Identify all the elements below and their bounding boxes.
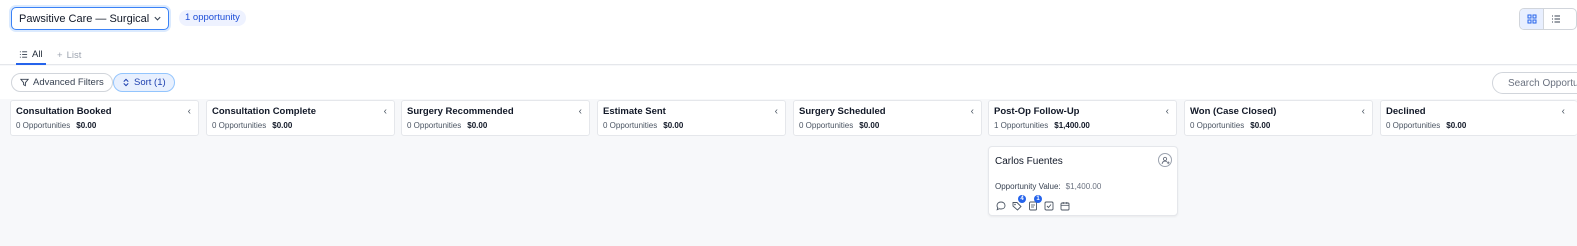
list-icon <box>19 50 28 58</box>
pipeline-select-value: Pawsitive Care — Surgical ... <box>19 12 153 25</box>
stage-value: $0.00 <box>272 121 293 130</box>
collapse-chevron-icon[interactable]: ‹ <box>1562 106 1565 117</box>
stage-value: $0.00 <box>663 121 684 130</box>
stage-title: Won (Case Closed) <box>1190 106 1277 117</box>
collapse-chevron-icon[interactable]: ‹ <box>188 106 191 117</box>
stage-value: $0.00 <box>467 121 488 130</box>
pipeline-select[interactable]: Pawsitive Care — Surgical ... <box>11 7 169 30</box>
plus-icon: + <box>57 49 63 61</box>
stage-count: 0 Opportunities <box>603 121 658 130</box>
tab-add-list[interactable]: + List <box>54 45 84 65</box>
opportunity-value-label: Opportunity Value: <box>995 182 1061 191</box>
stage-count: 0 Opportunities <box>16 121 71 130</box>
stage-count: 0 Opportunities <box>1386 121 1441 130</box>
search-input[interactable]: Search Opportunities <box>1492 72 1577 94</box>
stage-value: $0.00 <box>1250 121 1271 130</box>
stage-title: Consultation Booked <box>16 106 112 117</box>
task-count-badge: 1 <box>1034 195 1042 203</box>
search-placeholder: Search Opportunities <box>1508 77 1577 89</box>
task-check-icon[interactable] <box>1043 200 1054 211</box>
stage-title: Estimate Sent <box>603 106 666 117</box>
grid-view-button[interactable] <box>1520 9 1544 29</box>
stage-column-header: Consultation Booked 0 Opportunities $0.00… <box>10 100 199 136</box>
stage-value: $1,400.00 <box>1054 121 1090 130</box>
card-actions: 4 1 <box>995 195 1070 211</box>
stage-count: 1 Opportunities <box>994 121 1049 130</box>
opportunity-card[interactable]: Carlos Fuentes Opportunity Value: $1,400.… <box>988 146 1178 216</box>
tab-list-label: List <box>66 49 82 61</box>
calendar-icon[interactable] <box>1059 200 1070 211</box>
advanced-filters-label: Advanced Filters <box>33 77 104 88</box>
list-icon <box>1552 15 1560 23</box>
chat-icon[interactable] <box>995 200 1006 211</box>
advanced-filters-button[interactable]: Advanced Filters <box>11 73 113 92</box>
collapse-chevron-icon[interactable]: ‹ <box>1362 106 1365 117</box>
view-toggle <box>1519 8 1577 30</box>
contact-name: Carlos Fuentes <box>995 156 1063 167</box>
stage-column-header: Declined 0 Opportunities $0.00 ‹ <box>1380 100 1577 136</box>
tag-icon[interactable]: 4 <box>1011 195 1026 211</box>
stage-value: $0.00 <box>859 121 880 130</box>
view-tabs: All + List <box>0 40 1577 65</box>
stage-column-header: Estimate Sent 0 Opportunities $0.00 ‹ <box>597 100 786 136</box>
stage-count: 0 Opportunities <box>1190 121 1245 130</box>
stage-column-header: Post-Op Follow-Up 1 Opportunities $1,400.… <box>988 100 1177 136</box>
filter-bar: Advanced Filters Sort (1) Search Opportu… <box>0 66 1577 99</box>
stage-column-header: Won (Case Closed) 0 Opportunities $0.00 ‹ <box>1184 100 1373 136</box>
stage-title: Surgery Recommended <box>407 106 514 117</box>
collapse-chevron-icon[interactable]: ‹ <box>775 106 778 117</box>
stage-value: $0.00 <box>1446 121 1467 130</box>
stage-count: 0 Opportunities <box>212 121 267 130</box>
collapse-chevron-icon[interactable]: ‹ <box>384 106 387 117</box>
stage-column-header: Consultation Complete 0 Opportunities $0.… <box>206 100 395 136</box>
opportunity-value: Opportunity Value: $1,400.00 <box>995 182 1101 191</box>
tab-all[interactable]: All <box>16 45 46 65</box>
collapse-chevron-icon[interactable]: ‹ <box>1166 106 1169 117</box>
tag-count-badge: 4 <box>1018 195 1026 203</box>
collapse-chevron-icon[interactable]: ‹ <box>579 106 582 117</box>
top-bar: Pawsitive Care — Surgical ... 1 opportun… <box>0 0 1577 40</box>
stage-title: Post-Op Follow-Up <box>994 106 1080 117</box>
sort-icon <box>123 78 129 87</box>
stage-title: Consultation Complete <box>212 106 316 117</box>
stage-column-header: Surgery Scheduled 0 Opportunities $0.00 ‹ <box>793 100 982 136</box>
chevron-down-icon <box>154 16 161 21</box>
opportunity-count-badge: 1 opportunity <box>179 10 246 26</box>
list-view-button[interactable] <box>1544 9 1568 29</box>
stage-count: 0 Opportunities <box>799 121 854 130</box>
sort-button[interactable]: Sort (1) <box>113 73 175 92</box>
grid-icon <box>1527 14 1536 24</box>
stage-count: 0 Opportunities <box>407 121 462 130</box>
stage-value: $0.00 <box>76 121 97 130</box>
assign-user-icon[interactable] <box>1158 153 1172 167</box>
stage-column-header: Surgery Recommended 0 Opportunities $0.00… <box>401 100 590 136</box>
stage-title: Declined <box>1386 106 1426 117</box>
tab-all-label: All <box>32 48 43 60</box>
stage-title: Surgery Scheduled <box>799 106 886 117</box>
collapse-chevron-icon[interactable]: ‹ <box>971 106 974 117</box>
sort-label: Sort (1) <box>134 77 166 88</box>
filter-icon <box>20 78 29 87</box>
opportunity-value-amount: $1,400.00 <box>1065 182 1102 191</box>
notes-icon[interactable]: 1 <box>1027 195 1042 211</box>
